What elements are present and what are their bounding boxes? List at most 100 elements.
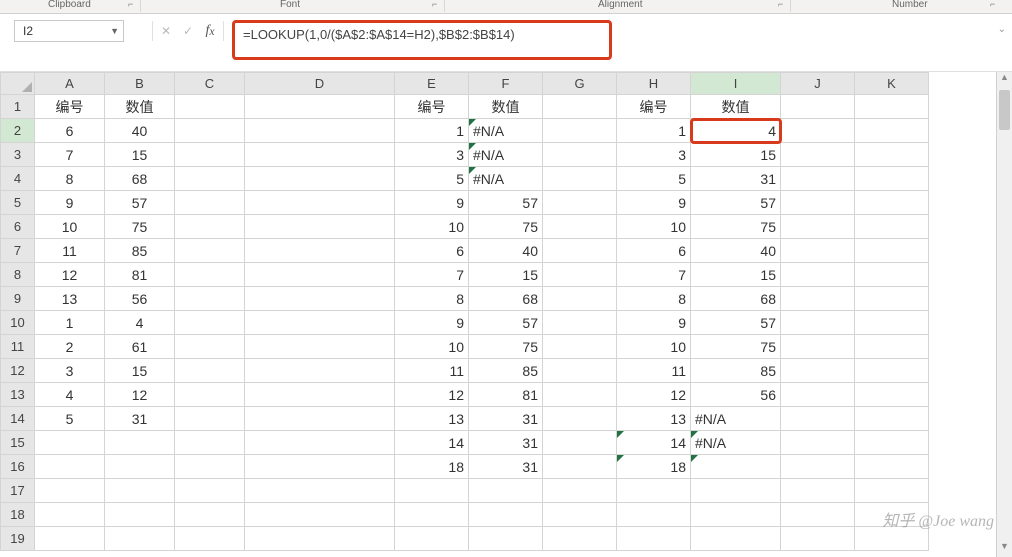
cell-A14[interactable]: 5: [35, 407, 105, 431]
cell-A16[interactable]: [35, 455, 105, 479]
cell-B3[interactable]: 15: [105, 143, 175, 167]
cell-A2[interactable]: 6: [35, 119, 105, 143]
cell-F15[interactable]: 31: [469, 431, 543, 455]
cell-G8[interactable]: [543, 263, 617, 287]
cell-K2[interactable]: [855, 119, 929, 143]
formula-cancel-button[interactable]: ✕: [155, 21, 177, 41]
scroll-down-icon[interactable]: ▼: [997, 541, 1012, 557]
cell-F1[interactable]: 数值: [469, 95, 543, 119]
formula-input[interactable]: =LOOKUP(1,0/($A$2:$A$14=H2),$B$2:$B$14): [232, 20, 612, 60]
cell-J19[interactable]: [781, 527, 855, 551]
cell-C10[interactable]: [175, 311, 245, 335]
cell-C15[interactable]: [175, 431, 245, 455]
cell-G9[interactable]: [543, 287, 617, 311]
cell-K4[interactable]: [855, 167, 929, 191]
cell-A12[interactable]: 3: [35, 359, 105, 383]
cell-F8[interactable]: 15: [469, 263, 543, 287]
cell-J18[interactable]: [781, 503, 855, 527]
row-header-16[interactable]: 16: [1, 455, 35, 479]
cell-H14[interactable]: 13: [617, 407, 691, 431]
cell-B18[interactable]: [105, 503, 175, 527]
cell-B8[interactable]: 81: [105, 263, 175, 287]
cell-F10[interactable]: 57: [469, 311, 543, 335]
cell-F2[interactable]: #N/A: [469, 119, 543, 143]
cell-J16[interactable]: [781, 455, 855, 479]
cell-H7[interactable]: 6: [617, 239, 691, 263]
cell-E2[interactable]: 1: [395, 119, 469, 143]
cell-E4[interactable]: 5: [395, 167, 469, 191]
clipboard-launcher-icon[interactable]: ⌐: [128, 0, 133, 9]
cell-J2[interactable]: [781, 119, 855, 143]
cell-B10[interactable]: 4: [105, 311, 175, 335]
cell-D17[interactable]: [245, 479, 395, 503]
cell-I16[interactable]: [691, 455, 781, 479]
cell-H3[interactable]: 3: [617, 143, 691, 167]
cell-H5[interactable]: 9: [617, 191, 691, 215]
alignment-launcher-icon[interactable]: ⌐: [778, 0, 783, 9]
cell-G12[interactable]: [543, 359, 617, 383]
cell-J17[interactable]: [781, 479, 855, 503]
cell-K10[interactable]: [855, 311, 929, 335]
cell-F14[interactable]: 31: [469, 407, 543, 431]
cell-H2[interactable]: 1: [617, 119, 691, 143]
cell-A19[interactable]: [35, 527, 105, 551]
cell-E8[interactable]: 7: [395, 263, 469, 287]
cell-D5[interactable]: [245, 191, 395, 215]
cell-E12[interactable]: 11: [395, 359, 469, 383]
cell-D10[interactable]: [245, 311, 395, 335]
cell-E15[interactable]: 14: [395, 431, 469, 455]
cell-G10[interactable]: [543, 311, 617, 335]
cell-G2[interactable]: [543, 119, 617, 143]
cell-C1[interactable]: [175, 95, 245, 119]
cell-G11[interactable]: [543, 335, 617, 359]
cell-A3[interactable]: 7: [35, 143, 105, 167]
cell-J10[interactable]: [781, 311, 855, 335]
cell-K18[interactable]: [855, 503, 929, 527]
cell-A11[interactable]: 2: [35, 335, 105, 359]
cell-K5[interactable]: [855, 191, 929, 215]
cell-D2[interactable]: [245, 119, 395, 143]
cell-H13[interactable]: 12: [617, 383, 691, 407]
spreadsheet-grid[interactable]: ABCDEFGHIJK 1编号数值编号数值编号数值26401#N/A143715…: [0, 72, 929, 551]
cell-C16[interactable]: [175, 455, 245, 479]
cell-F19[interactable]: [469, 527, 543, 551]
cell-E17[interactable]: [395, 479, 469, 503]
row-header-2[interactable]: 2: [1, 119, 35, 143]
cell-B17[interactable]: [105, 479, 175, 503]
cell-D16[interactable]: [245, 455, 395, 479]
cell-F12[interactable]: 85: [469, 359, 543, 383]
cell-E6[interactable]: 10: [395, 215, 469, 239]
cell-A17[interactable]: [35, 479, 105, 503]
cell-C14[interactable]: [175, 407, 245, 431]
cell-I3[interactable]: 15: [691, 143, 781, 167]
cell-E1[interactable]: 编号: [395, 95, 469, 119]
cell-H6[interactable]: 10: [617, 215, 691, 239]
cell-D3[interactable]: [245, 143, 395, 167]
cell-G5[interactable]: [543, 191, 617, 215]
cell-A13[interactable]: 4: [35, 383, 105, 407]
cell-F11[interactable]: 75: [469, 335, 543, 359]
cell-K7[interactable]: [855, 239, 929, 263]
cell-A18[interactable]: [35, 503, 105, 527]
cell-A9[interactable]: 13: [35, 287, 105, 311]
cell-I9[interactable]: 68: [691, 287, 781, 311]
cell-D18[interactable]: [245, 503, 395, 527]
cell-F18[interactable]: [469, 503, 543, 527]
row-header-11[interactable]: 11: [1, 335, 35, 359]
cell-G6[interactable]: [543, 215, 617, 239]
cell-J1[interactable]: [781, 95, 855, 119]
cell-J14[interactable]: [781, 407, 855, 431]
cell-K13[interactable]: [855, 383, 929, 407]
cell-A5[interactable]: 9: [35, 191, 105, 215]
cell-I5[interactable]: 57: [691, 191, 781, 215]
cell-I10[interactable]: 57: [691, 311, 781, 335]
cell-G18[interactable]: [543, 503, 617, 527]
cell-J4[interactable]: [781, 167, 855, 191]
cell-K11[interactable]: [855, 335, 929, 359]
font-launcher-icon[interactable]: ⌐: [432, 0, 437, 9]
cell-C6[interactable]: [175, 215, 245, 239]
cell-I4[interactable]: 31: [691, 167, 781, 191]
cell-J8[interactable]: [781, 263, 855, 287]
cell-B5[interactable]: 57: [105, 191, 175, 215]
cell-H16[interactable]: 18: [617, 455, 691, 479]
